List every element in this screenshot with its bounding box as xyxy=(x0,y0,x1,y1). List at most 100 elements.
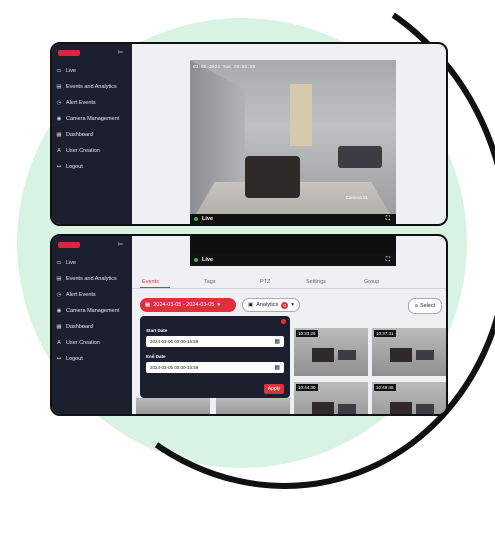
select-label: Select xyxy=(419,303,436,309)
live-status-bar: Live ⛶ xyxy=(190,254,396,266)
logout-icon: ↦ xyxy=(56,164,62,170)
event-thumbnail[interactable]: 10:37:31 xyxy=(372,328,446,376)
start-date-field[interactable]: 2024-03-05 00:00-15:59 ▦ xyxy=(146,336,284,347)
thumbnail-sofa xyxy=(312,348,334,362)
calendar-icon: ▦ xyxy=(274,339,280,345)
date-range-popover: Start Date 2024-03-05 00:00-15:59 ▦ End … xyxy=(140,316,290,398)
thumbnail-sofa xyxy=(312,402,334,414)
brand-logo xyxy=(58,242,80,248)
tab-events[interactable]: Events xyxy=(142,279,159,285)
sidebar-item-users[interactable]: A User Creation xyxy=(56,146,130,156)
tab-settings[interactable]: Settings xyxy=(306,279,326,285)
thumbnail-desk xyxy=(416,404,434,414)
analytics-icon: ▣ xyxy=(248,302,254,308)
end-date-value: 2024-03-05 00:00-15:59 xyxy=(150,365,199,370)
live-indicator-icon xyxy=(194,258,198,262)
doorway xyxy=(290,84,312,146)
tab-group[interactable]: Group xyxy=(364,279,379,285)
logout-icon: ↦ xyxy=(56,356,62,362)
thumbnail-time: 10:37:31 xyxy=(374,330,396,337)
select-button[interactable]: ≡ Select xyxy=(408,298,442,314)
sidebar-item-logout[interactable]: ↦ Logout xyxy=(56,162,130,172)
live-icon: ▭ xyxy=(56,68,62,74)
sidebar-item-label: Events and Analytics xyxy=(66,84,117,90)
sidebar-item-label: Logout xyxy=(66,356,83,362)
sidebar-item-cameras[interactable]: ◉ Camera Management xyxy=(56,114,130,124)
end-date-label: End Date xyxy=(146,354,166,359)
tab-tags[interactable]: Tags xyxy=(204,279,216,285)
sidebar-item-logout[interactable]: ↦ Logout xyxy=(56,354,130,364)
event-thumbnail[interactable]: 10:33:29 xyxy=(294,328,368,376)
event-thumbnail[interactable] xyxy=(136,398,210,414)
dashboard-icon: ▦ xyxy=(56,132,62,138)
table xyxy=(338,146,382,168)
active-tab-underline xyxy=(140,287,170,288)
alert-icon: ◷ xyxy=(56,100,62,106)
select-icon: ≡ xyxy=(414,303,418,309)
camera-icon: ◉ xyxy=(56,308,62,314)
sidebar-item-alerts[interactable]: ◷ Alert Events xyxy=(56,290,130,300)
live-label: Live xyxy=(202,257,214,263)
sidebar-item-label: User Creation xyxy=(66,148,100,154)
thumbnail-desk xyxy=(338,404,356,414)
analytics-count-badge: 0 xyxy=(281,301,289,309)
thumbnail-desk xyxy=(338,350,356,360)
live-view-panel: ⊨ ▭ Live ▤ Events and Analytics ◷ Alert Eve… xyxy=(50,42,448,226)
sidebar-item-label: Logout xyxy=(66,164,83,170)
sidebar-item-live[interactable]: ▭ Live xyxy=(56,66,130,76)
live-status-bar: Live ⛶ xyxy=(190,214,396,224)
sidebar-item-events[interactable]: ▤ Events and Analytics xyxy=(56,82,130,92)
live-icon: ▭ xyxy=(56,260,62,266)
thumbnail-sofa xyxy=(390,348,412,362)
sidebar-item-label: Dashboard xyxy=(66,324,93,330)
sidebar-item-users[interactable]: A User Creation xyxy=(56,338,130,348)
chevron-down-icon: ▾ xyxy=(291,302,294,308)
fullscreen-icon[interactable]: ⛶ xyxy=(386,216,390,223)
collapse-menu-icon[interactable]: ⊨ xyxy=(118,49,123,56)
events-icon: ▤ xyxy=(56,276,62,282)
fullscreen-icon[interactable]: ⛶ xyxy=(386,257,390,264)
sidebar: ⊨ ▭ Live ▤ Events and Analytics ◷ Alert Eve… xyxy=(52,236,132,414)
sidebar-item-label: Dashboard xyxy=(66,132,93,138)
camera-label: Camera 01 xyxy=(345,195,368,200)
date-range-button[interactable]: ▦ 2024-03-05 - 2024-03-05 ▾ xyxy=(140,298,236,312)
sofa xyxy=(245,156,300,198)
close-icon[interactable] xyxy=(281,319,286,324)
sidebar-item-label: Camera Management xyxy=(66,308,120,314)
events-tabs: Events Tags PTZ Settings Group xyxy=(132,276,446,289)
sidebar-item-label: Live xyxy=(66,260,77,266)
user-icon: A xyxy=(57,340,61,346)
sidebar-item-dashboard[interactable]: ▦ Dashboard xyxy=(56,130,130,140)
sidebar-item-label: Events and Analytics xyxy=(66,276,117,282)
live-label: Live xyxy=(202,216,214,222)
end-date-field[interactable]: 2024-03-05 00:00-15:59 ▦ xyxy=(146,362,284,373)
thumbnail-time: 10:49:45 xyxy=(374,384,396,391)
collapse-menu-icon[interactable]: ⊨ xyxy=(118,241,123,248)
sidebar-item-events[interactable]: ▤ Events and Analytics xyxy=(56,274,130,284)
tab-ptz[interactable]: PTZ xyxy=(260,279,270,285)
event-thumbnail[interactable] xyxy=(216,398,290,414)
events-icon: ▤ xyxy=(56,84,62,90)
video-timestamp: 03-05-2024 Tue 20:58:09 xyxy=(193,65,256,70)
alert-icon: ◷ xyxy=(56,292,62,298)
analytics-filter-button[interactable]: ▣ Analytics 0 ▾ xyxy=(242,298,300,312)
start-date-label: Start Date xyxy=(146,328,168,333)
user-icon: A xyxy=(57,148,61,154)
chevron-down-icon: ▾ xyxy=(217,302,221,308)
sidebar-item-dashboard[interactable]: ▦ Dashboard xyxy=(56,322,130,332)
thumbnail-time: 10:44:30 xyxy=(296,384,318,391)
sidebar-item-live[interactable]: ▭ Live xyxy=(56,258,130,268)
analytics-label: Analytics xyxy=(256,302,279,308)
calendar-icon: ▦ xyxy=(145,302,151,308)
event-thumbnail[interactable]: 10:49:45 xyxy=(372,382,446,414)
live-video[interactable]: 03-05-2024 Tue 20:58:09 Camera 01 Live ⛶ xyxy=(190,60,396,224)
apply-button[interactable]: Apply xyxy=(264,384,284,394)
event-thumbnail[interactable]: 10:44:30 xyxy=(294,382,368,414)
live-indicator-icon xyxy=(194,217,198,221)
sidebar-item-alerts[interactable]: ◷ Alert Events xyxy=(56,98,130,108)
sidebar-item-cameras[interactable]: ◉ Camera Management xyxy=(56,306,130,316)
start-date-value: 2024-03-05 00:00-15:59 xyxy=(150,339,199,344)
live-video[interactable]: Live ⛶ xyxy=(190,236,396,266)
sidebar-item-label: Alert Events xyxy=(66,100,96,106)
sidebar-item-label: User Creation xyxy=(66,340,100,346)
